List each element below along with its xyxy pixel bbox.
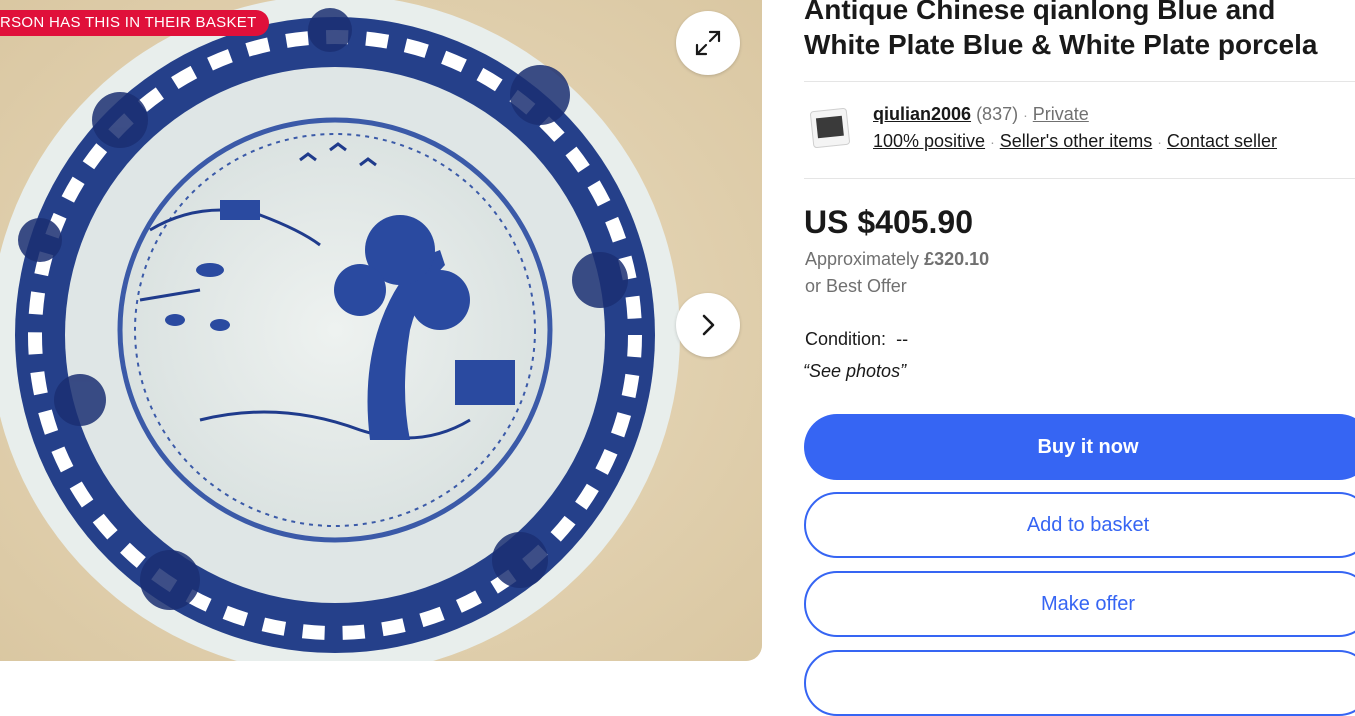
seller-feedback-count: (837) [976,104,1019,124]
watchlist-button[interactable] [804,650,1355,716]
approximate-price: Approximately £320.10 [805,249,989,270]
seller-name-link[interactable]: qiulian2006 [873,104,971,124]
product-photo [0,0,762,661]
seller-info: qiulian2006 (837) · Private [873,104,1089,125]
divider [804,178,1355,179]
separator-dot: · [1157,134,1162,150]
image-gallery[interactable]: RSON HAS THIS IN THEIR BASKET [0,0,762,661]
condition-label: Condition: [805,329,887,349]
expand-image-button[interactable] [676,11,740,75]
best-offer-text: or Best Offer [805,276,907,296]
contact-seller-link[interactable]: Contact seller [1167,131,1277,151]
seller-avatar[interactable] [808,106,852,150]
basket-count-badge: RSON HAS THIS IN THEIR BASKET [0,10,269,36]
item-price: US $405.90 [804,204,974,240]
separator-dot: · [990,134,995,150]
condition-value: -- [896,329,909,349]
listing-title-line1: Antique Chinese qianlong Blue and [804,0,1276,25]
seller-other-items-link[interactable]: Seller's other items [1000,131,1153,151]
approx-value: £320.10 [924,249,990,269]
listing-title: Antique Chinese qianlong Blue and White … [804,0,1355,62]
approx-label: Approximately [805,249,920,269]
next-image-button[interactable] [676,293,740,357]
listing-title-line2: White Plate Blue & White Plate porcela [804,29,1318,60]
positive-feedback-link[interactable]: 100% positive [873,131,985,151]
condition-note: “See photos” [803,361,907,381]
buy-it-now-button[interactable]: Buy it now [804,414,1355,480]
add-to-basket-button[interactable]: Add to basket [804,492,1355,558]
chevron-right-icon [702,314,715,336]
seller-type-link[interactable]: Private [1033,104,1089,124]
expand-icon [695,30,721,56]
seller-links: 100% positive · Seller's other items · Conta… [873,131,1277,152]
separator-dot: · [1023,107,1028,123]
divider [804,81,1355,82]
condition-row: Condition: -- [805,329,908,350]
make-offer-button[interactable]: Make offer [804,571,1355,637]
